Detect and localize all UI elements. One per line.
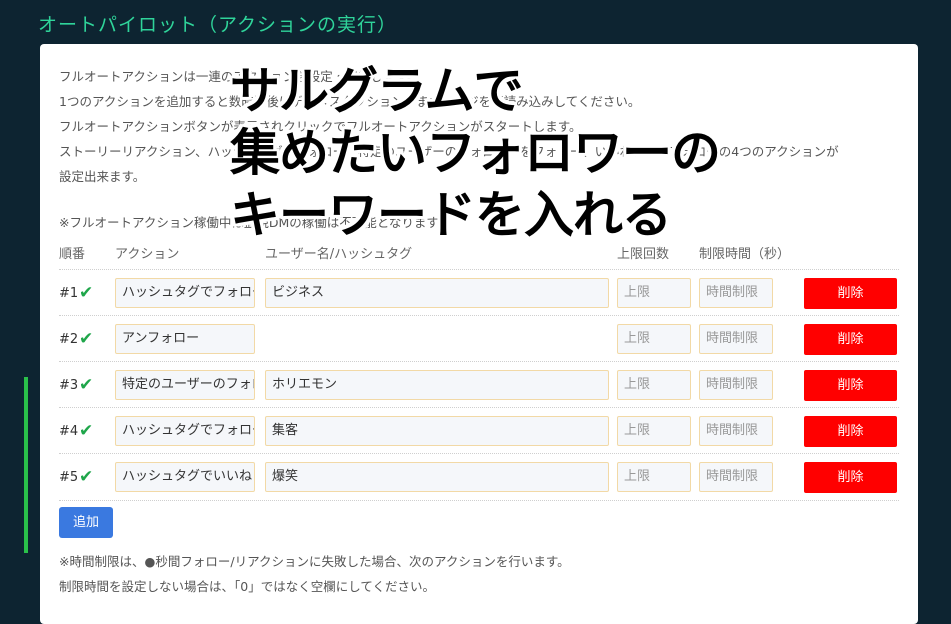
overlay-line: 集めたいフォロワーの xyxy=(230,124,721,182)
check-icon: ✔ xyxy=(79,375,94,395)
promo-overlay-text: サルグラムで 集めたいフォロワーの キーワードを入れる xyxy=(230,60,721,246)
limit-input[interactable]: 上限 xyxy=(617,278,691,308)
footer-line: 制限時間を設定しない場合は、「0」ではなく空欄にしてください。 xyxy=(59,579,435,594)
limit-input[interactable]: 上限 xyxy=(617,370,691,400)
check-icon: ✔ xyxy=(79,329,94,349)
check-icon: ✔ xyxy=(79,421,94,441)
time-input[interactable]: 時間制限 xyxy=(699,324,773,354)
header-action: アクション xyxy=(115,247,180,262)
user-input[interactable]: ホリエモン xyxy=(265,370,609,400)
row-number: #4 xyxy=(59,424,79,439)
user-input[interactable]: 集客 xyxy=(265,416,609,446)
delete-button[interactable]: 削除 xyxy=(804,324,897,355)
limit-input[interactable]: 上限 xyxy=(617,462,691,492)
time-input[interactable]: 時間制限 xyxy=(699,370,773,400)
action-select[interactable]: 特定のユーザーのフォロワー xyxy=(115,370,255,400)
table-row: #4 ✔ ハッシュタグでフォロー 集客 上限 時間制限 削除 xyxy=(59,407,899,454)
row-number: #3 xyxy=(59,378,79,393)
time-input[interactable]: 時間制限 xyxy=(699,416,773,446)
action-select[interactable]: アンフォロー xyxy=(115,324,255,354)
action-select[interactable]: ハッシュタグでフォロー xyxy=(115,278,255,308)
footer-line: ※時間制限は、●秒間フォロー/リアクションに失敗した場合、次のアクションを行いま… xyxy=(59,554,570,569)
overlay-line: サルグラムで xyxy=(230,62,524,120)
check-icon: ✔ xyxy=(79,467,94,487)
table-row: #5 ✔ ハッシュタグでいいね 爆笑 上限 時間制限 削除 xyxy=(59,453,899,501)
page-title: オートパイロット（アクションの実行） xyxy=(38,14,398,36)
time-input[interactable]: 時間制限 xyxy=(699,278,773,308)
footer-notes: ※時間制限は、●秒間フォロー/リアクションに失敗した場合、次のアクションを行いま… xyxy=(59,549,570,599)
limit-input[interactable]: 上限 xyxy=(617,416,691,446)
delete-button[interactable]: 削除 xyxy=(804,278,897,309)
row-number: #5 xyxy=(59,470,79,485)
user-input[interactable]: 爆笑 xyxy=(265,462,609,492)
table-row: #3 ✔ 特定のユーザーのフォロワー ホリエモン 上限 時間制限 削除 xyxy=(59,361,899,408)
add-button[interactable]: 追加 xyxy=(59,507,113,538)
user-input[interactable]: ビジネス xyxy=(265,278,609,308)
check-icon: ✔ xyxy=(79,283,94,303)
action-select[interactable]: ハッシュタグでいいね xyxy=(115,462,255,492)
table-row: #1 ✔ ハッシュタグでフォロー ビジネス 上限 時間制限 削除 xyxy=(59,269,899,316)
time-input[interactable]: 時間制限 xyxy=(699,462,773,492)
row-number: #2 xyxy=(59,332,79,347)
table-row: #2 ✔ アンフォロー 上限 時間制限 削除 xyxy=(59,315,899,362)
delete-button[interactable]: 削除 xyxy=(804,416,897,447)
delete-button[interactable]: 削除 xyxy=(804,370,897,401)
side-accent-bar xyxy=(24,377,28,553)
row-number: #1 xyxy=(59,286,79,301)
overlay-line: キーワードを入れる xyxy=(230,186,672,244)
delete-button[interactable]: 削除 xyxy=(804,462,897,493)
action-select[interactable]: ハッシュタグでフォロー xyxy=(115,416,255,446)
header-order: 順番 xyxy=(59,247,86,262)
limit-input[interactable]: 上限 xyxy=(617,324,691,354)
